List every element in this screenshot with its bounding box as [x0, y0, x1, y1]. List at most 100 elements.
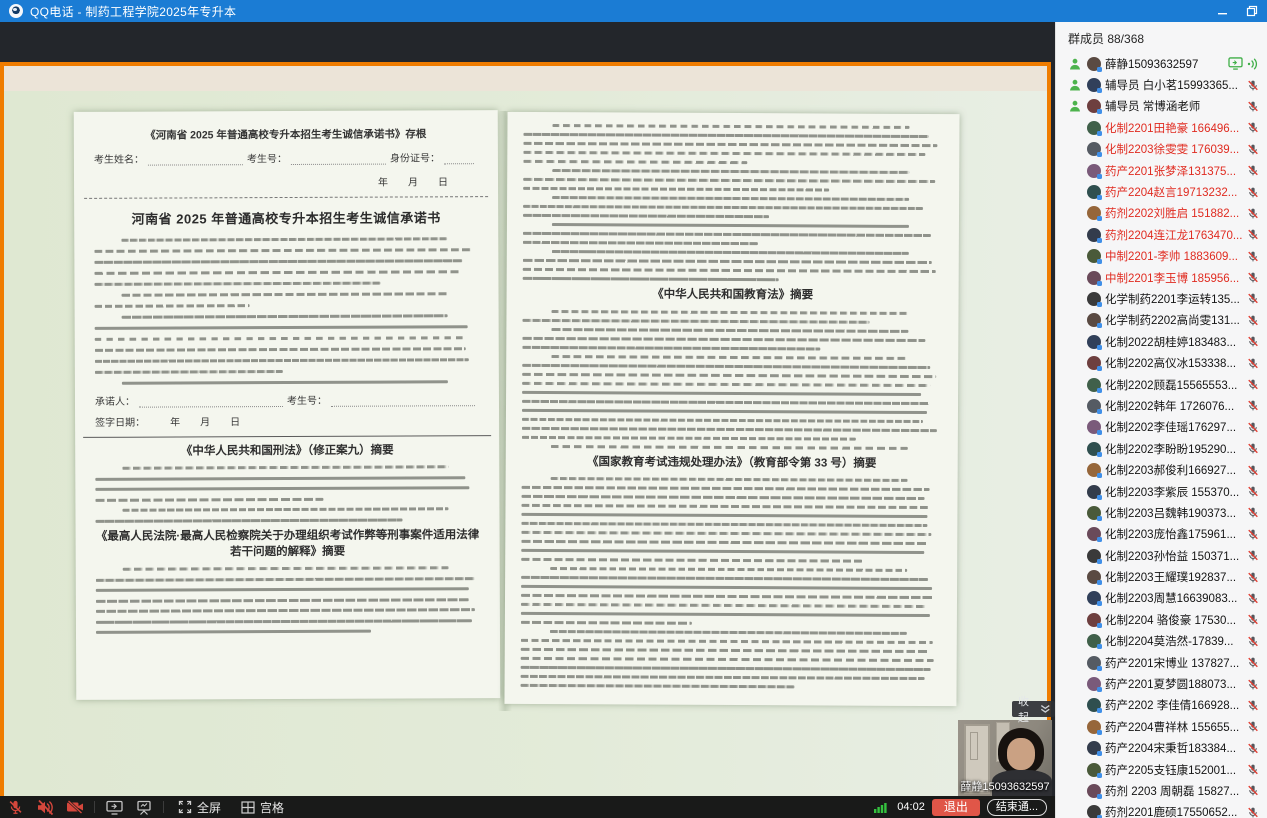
member-name: 化制2203郝俊利166927... — [1105, 462, 1247, 478]
mic-muted-icon — [1247, 378, 1259, 391]
end-call-button[interactable]: 结束通... — [987, 799, 1047, 816]
avatar — [1087, 613, 1101, 627]
avatar — [1087, 420, 1101, 434]
mic-muted-icon — [1247, 592, 1259, 605]
collapse-panel-button[interactable]: 收起 — [1012, 701, 1055, 717]
exit-button[interactable]: 退出 — [932, 799, 980, 816]
member-row[interactable]: 化制2203孙怡益 150371... — [1056, 545, 1267, 566]
mic-muted-icon — [1247, 506, 1259, 519]
member-row[interactable]: 化制2022胡桂婷183483... — [1056, 331, 1267, 352]
member-row[interactable]: 化制2203吕魏韩190373... — [1056, 502, 1267, 523]
fullscreen-button[interactable]: 全屏 — [168, 799, 231, 816]
camera-off-button[interactable] — [60, 796, 90, 818]
member-row[interactable]: 药产2204宋秉哲183384... — [1056, 738, 1267, 759]
left-section1-title: 《中华人民共和国刑法》（修正案九）摘要 — [95, 443, 479, 460]
call-stage: 《河南省 2025 年普通高校专升本招生考生诚信承诺书》存根 考生姓名： 考生号… — [0, 22, 1055, 796]
mic-muted-icon — [1247, 207, 1259, 220]
member-name: 辅导员 常博涵老师 — [1105, 98, 1247, 114]
member-name: 药产2204赵言19713232... — [1105, 184, 1247, 200]
avatar — [1087, 206, 1101, 220]
self-video-thumbnail[interactable]: 薛静15093632597 — [958, 720, 1052, 796]
member-row[interactable]: 药产2201夏梦圆188073... — [1056, 673, 1267, 694]
grid-icon — [241, 801, 255, 814]
member-row[interactable]: 化制2203庞怡鑫175961... — [1056, 524, 1267, 545]
member-row[interactable]: 化制2201田艳豪 166496... — [1056, 117, 1267, 138]
member-name: 化制2204 骆俊豪 17530... — [1105, 612, 1247, 628]
screen-share-icon — [106, 800, 123, 815]
member-row[interactable]: 药产2201宋博业 137827... — [1056, 652, 1267, 673]
avatar — [1087, 164, 1101, 178]
right-section2-title: 《国家教育考试违规处理办法》（教育部令第 33 号）摘要 — [522, 454, 942, 472]
speaker-muted-icon — [36, 799, 55, 816]
member-row[interactable]: 化制2203李紫辰 155370... — [1056, 481, 1267, 502]
member-row[interactable]: 辅导员 常博涵老师 — [1056, 96, 1267, 117]
mic-muted-icon — [1247, 656, 1259, 669]
mic-muted-icon — [1247, 571, 1259, 584]
member-row[interactable]: 化制2202顾磊15565553... — [1056, 374, 1267, 395]
member-row[interactable]: 药产2202 李佳倩166928... — [1056, 695, 1267, 716]
member-row[interactable]: 化学制药2201李运转135... — [1056, 288, 1267, 309]
member-row[interactable]: 中制2201-李帅 1883609... — [1056, 246, 1267, 267]
avatar — [1087, 527, 1101, 541]
avatar — [1087, 378, 1101, 392]
member-row[interactable]: 药产2204赵言19713232... — [1056, 181, 1267, 202]
mic-muted-button[interactable] — [0, 796, 30, 818]
screen-sharing-indicator-icon — [1228, 57, 1243, 70]
member-name: 药剂2201鹿硕17550652... — [1105, 804, 1247, 818]
speaker-muted-button[interactable] — [30, 796, 60, 818]
screen-share-button[interactable] — [99, 796, 129, 818]
member-name: 中制2201-李帅 1883609... — [1105, 248, 1247, 264]
member-row[interactable]: 化制2203郝俊利166927... — [1056, 459, 1267, 480]
member-name: 化制2202李佳瑶176297... — [1105, 419, 1247, 435]
member-name: 化学制药2201李运转135... — [1105, 291, 1247, 307]
member-row[interactable]: 药产2204曹祥林 155655... — [1056, 716, 1267, 737]
member-row[interactable]: 化制2202李佳瑶176297... — [1056, 417, 1267, 438]
member-row[interactable]: 化制2203王耀璞192837... — [1056, 566, 1267, 587]
member-row[interactable]: 化学制药2202高尚雯131... — [1056, 310, 1267, 331]
member-row[interactable]: 化制2202韩年 1726076... — [1056, 395, 1267, 416]
member-row[interactable]: 药产2201张梦泽131375... — [1056, 160, 1267, 181]
grid-view-button[interactable]: 宫格 — [231, 799, 294, 816]
avatar — [1087, 335, 1101, 349]
member-name: 药剂 2203 周朝磊 15827... — [1105, 783, 1247, 799]
avatar — [1087, 142, 1101, 156]
minimize-icon — [1217, 6, 1228, 17]
member-name: 药产2201宋博业 137827... — [1105, 655, 1247, 671]
member-name: 化制2203李紫辰 155370... — [1105, 484, 1247, 500]
avatar — [1087, 698, 1101, 712]
avatar — [1087, 292, 1101, 306]
member-row[interactable]: 辅导员 白小茗15993365... — [1056, 74, 1267, 95]
member-name: 药产2204宋秉哲183384... — [1105, 740, 1247, 756]
mic-muted-icon — [1247, 635, 1259, 648]
mic-muted-icon — [1247, 806, 1259, 818]
member-row[interactable]: 药剂2201鹿硕17550652... — [1056, 802, 1267, 818]
right-section1-title: 《中华人民共和国教育法》摘要 — [523, 287, 943, 305]
left-section2-title: 《最高人民法院·最高人民检察院关于办理组织考试作弊等刑事案件适用法律若干问题的解… — [96, 528, 480, 561]
member-row[interactable]: 化制2204 骆俊豪 17530... — [1056, 609, 1267, 630]
member-row[interactable]: 薛静15093632597 — [1056, 53, 1267, 74]
pledge-title: 河南省 2025 年普通高校专升本招生考生诚信承诺书 — [94, 207, 478, 228]
member-row[interactable]: 化制2204莫浩然-17839... — [1056, 631, 1267, 652]
member-row[interactable]: 中制2201李玉博 185956... — [1056, 267, 1267, 288]
stub-date: 年 月 日 — [94, 173, 478, 190]
presence-icon — [1068, 79, 1082, 91]
member-name: 化制2204莫浩然-17839... — [1105, 633, 1247, 649]
member-row[interactable]: 药剂 2203 周朝磊 15827... — [1056, 780, 1267, 801]
minimize-button[interactable] — [1207, 0, 1237, 22]
member-row[interactable]: 化制2202李盼盼195290... — [1056, 438, 1267, 459]
member-name: 辅导员 白小茗15993365... — [1105, 77, 1247, 93]
document-page-right: 《中华人民共和国教育法》摘要 《国家教育考试违规处理办法》（教育部令第 33 号… — [504, 112, 959, 706]
member-row[interactable]: 药剂2204连江龙1763470... — [1056, 224, 1267, 245]
member-name: 化制2202顾磊15565553... — [1105, 377, 1247, 393]
member-row[interactable]: 化制2202高仪冰153338... — [1056, 352, 1267, 373]
avatar — [1087, 763, 1101, 777]
member-row[interactable]: 化制2203周慧16639083... — [1056, 588, 1267, 609]
chevron-double-down-icon — [1040, 704, 1051, 715]
whiteboard-button[interactable] — [129, 796, 159, 818]
mic-muted-icon — [1247, 79, 1259, 92]
restore-button[interactable] — [1237, 0, 1267, 22]
member-row[interactable]: 药产2205支钰康152001... — [1056, 759, 1267, 780]
member-row[interactable]: 化制2203徐雯雯 176039... — [1056, 139, 1267, 160]
member-row[interactable]: 药剂2202刘胜启 151882... — [1056, 203, 1267, 224]
presence-icon — [1068, 58, 1082, 70]
